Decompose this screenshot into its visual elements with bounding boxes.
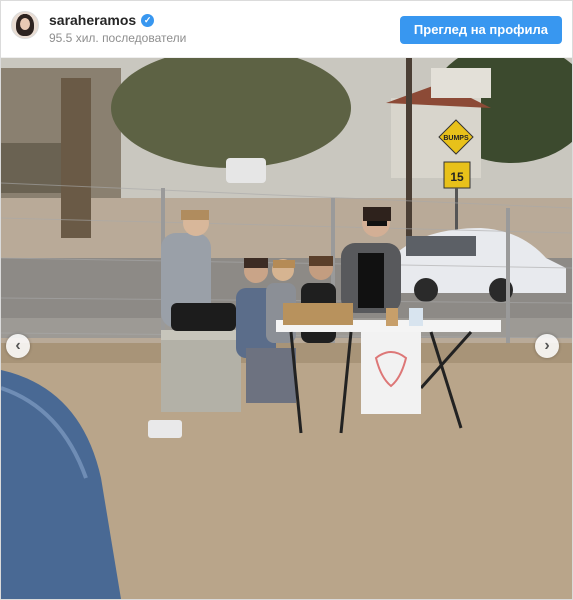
user-info: saraheramos ✓ 95.5 хил. последователи <box>49 12 186 45</box>
username-row: saraheramos ✓ <box>49 12 186 28</box>
verified-badge-icon: ✓ <box>141 13 155 27</box>
view-profile-button[interactable]: Преглед на профила <box>399 16 562 44</box>
post-photo: BUMPS 15 <box>1 58 572 599</box>
bumps-sign: BUMPS <box>443 135 469 142</box>
speed-sign: 15 <box>450 170 464 184</box>
instagram-embed: saraheramos ✓ 95.5 хил. последователи Пр… <box>0 0 573 600</box>
avatar[interactable] <box>11 11 39 39</box>
username-link[interactable]: saraheramos <box>49 12 136 28</box>
chevron-left-icon[interactable]: ‹ <box>6 334 30 358</box>
chevron-right-icon[interactable]: › <box>535 334 559 358</box>
photo-scene: BUMPS 15 <box>1 58 572 599</box>
avatar-face <box>20 18 30 30</box>
post-header: saraheramos ✓ 95.5 хил. последователи Пр… <box>1 1 572 58</box>
followers-count: 95.5 хил. последователи <box>49 31 187 45</box>
